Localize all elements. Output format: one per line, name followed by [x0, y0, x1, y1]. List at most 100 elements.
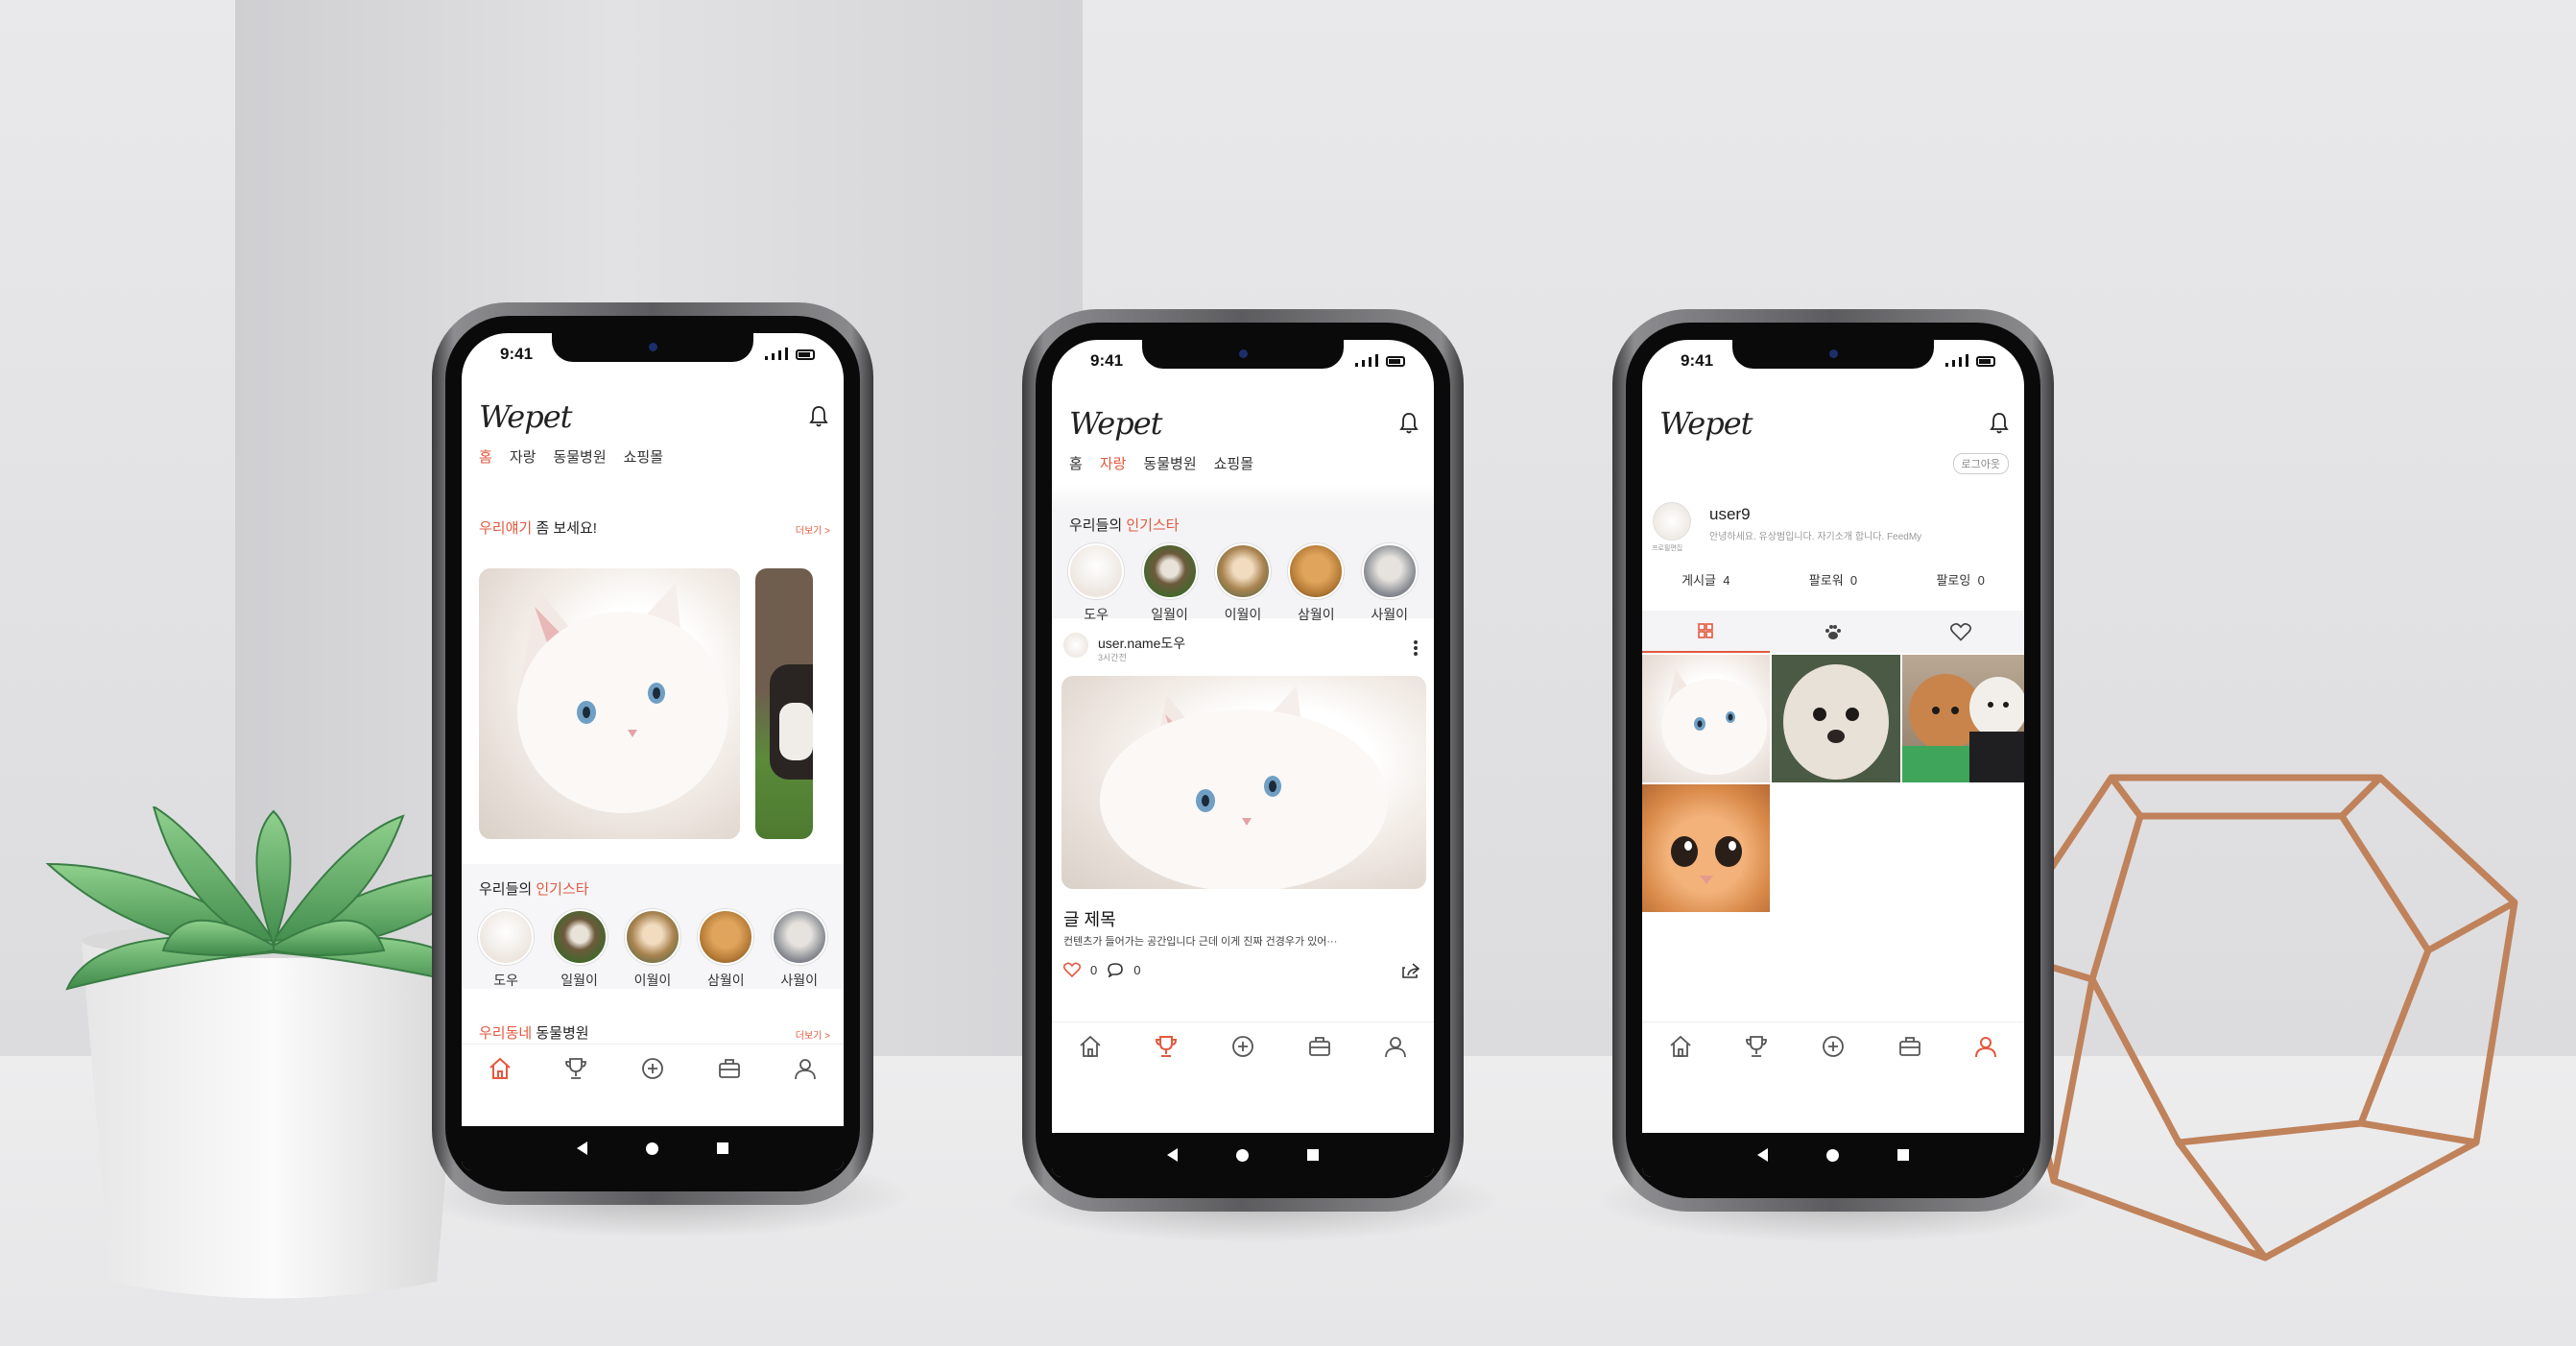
home-icon[interactable] [1668, 1034, 1693, 1059]
trophy-icon[interactable] [563, 1056, 588, 1081]
briefcase-icon[interactable] [1307, 1034, 1332, 1059]
post-author-avatar[interactable] [1063, 633, 1088, 658]
comment-icon[interactable] [1107, 962, 1124, 977]
star-item[interactable]: 이월이 [1209, 543, 1276, 624]
tab-hospital[interactable]: 동물병원 [1143, 453, 1196, 473]
stat-following[interactable]: 팔로잉 0 [1936, 570, 1984, 589]
section-title-accent: 우리얘기 [479, 520, 533, 537]
back-icon[interactable] [1167, 1148, 1179, 1162]
section-title-stories: 우리얘기 좀 보세요! [479, 517, 597, 538]
star-item[interactable]: 일월이 [546, 909, 613, 990]
tab-shop[interactable]: 쇼핑몰 [624, 446, 663, 467]
grid-photo-white-cat[interactable] [1642, 655, 1770, 782]
star-item[interactable]: 삼월이 [1282, 543, 1349, 624]
home-circle-icon[interactable] [1235, 1148, 1249, 1162]
star-name: 일월이 [561, 973, 598, 988]
stat-posts[interactable]: 게시글 4 [1682, 570, 1729, 589]
user-icon[interactable] [1973, 1034, 1998, 1059]
camera [1829, 349, 1838, 358]
app-logo[interactable]: Wepet [1069, 405, 1162, 442]
status-icons [765, 348, 815, 360]
briefcase-icon[interactable] [717, 1056, 742, 1081]
tab-home[interactable]: 홈 [479, 446, 492, 467]
like-count: 0 [1090, 962, 1098, 977]
plus-circle-icon[interactable] [1821, 1034, 1846, 1059]
tab-home[interactable]: 홈 [1069, 453, 1083, 473]
home-circle-icon[interactable] [1825, 1148, 1839, 1162]
post-username[interactable]: user.name도우 [1098, 634, 1185, 653]
home-circle-icon[interactable] [645, 1142, 658, 1155]
story-photo-cat[interactable] [479, 568, 740, 839]
profile-username: user9 [1709, 505, 1751, 523]
star-item[interactable]: 도우 [472, 909, 539, 990]
system-nav-bar [1052, 1133, 1434, 1177]
logout-button[interactable]: 로그아웃 [1952, 453, 2009, 474]
star-item[interactable]: 도우 [1062, 543, 1130, 624]
star-item[interactable]: 삼월이 [692, 909, 759, 990]
stat-followers[interactable]: 팔로워 0 [1809, 570, 1857, 589]
briefcase-icon[interactable] [1897, 1034, 1922, 1059]
stat-label: 팔로워 [1808, 573, 1844, 588]
story-photo-dog[interactable] [755, 568, 813, 839]
more-vertical-icon[interactable] [1413, 639, 1419, 657]
grid-photo-orange-kitten[interactable] [1642, 784, 1770, 912]
back-icon[interactable] [577, 1142, 588, 1155]
star-item[interactable]: 사월이 [766, 909, 833, 990]
tab-boast[interactable]: 자랑 [1100, 453, 1127, 473]
camera [1239, 349, 1248, 358]
profile-bio: 안녕하세요. 유상범입니다. 자기소개 합니다. FeedMy [1709, 532, 1922, 542]
more-link[interactable]: 더보기 > [796, 1027, 830, 1042]
recents-icon[interactable] [1306, 1149, 1319, 1161]
user-icon[interactable] [1383, 1034, 1408, 1059]
post-photo[interactable] [1061, 676, 1426, 889]
back-icon[interactable] [1757, 1148, 1769, 1162]
edit-profile-link[interactable]: 프로필편집 [1652, 543, 1682, 553]
tab-hospital[interactable]: 동물병원 [553, 446, 606, 467]
home-icon[interactable] [488, 1056, 513, 1081]
grid-icon [1698, 623, 1714, 638]
app-logo[interactable]: Wepet [479, 398, 572, 435]
section-title-accent: 인기스타 [536, 881, 589, 898]
bell-icon[interactable] [809, 405, 828, 428]
grid-photo-poodles[interactable] [1902, 655, 2024, 782]
heart-icon[interactable] [1063, 962, 1081, 977]
plus-circle-icon[interactable] [640, 1056, 665, 1081]
recents-icon[interactable] [716, 1142, 728, 1154]
grid-photo-maltese[interactable] [1772, 655, 1900, 782]
profile-avatar[interactable] [1654, 503, 1690, 540]
section-title-hospital: 우리동네 동물병원 [479, 1022, 589, 1043]
tab-grid[interactable] [1642, 611, 1770, 653]
star-item[interactable]: 사월이 [1356, 543, 1423, 624]
star-item[interactable]: 일월이 [1136, 543, 1204, 624]
kitten-illustration [1671, 836, 1742, 884]
star-avatar [698, 909, 754, 965]
star-avatar [1361, 543, 1418, 599]
trophy-icon[interactable] [1744, 1034, 1769, 1059]
plus-circle-icon[interactable] [1230, 1034, 1255, 1059]
tab-likes[interactable] [1896, 611, 2024, 653]
tab-shop[interactable]: 쇼핑몰 [1214, 453, 1253, 473]
share-icon[interactable] [1401, 962, 1420, 979]
star-item[interactable]: 이월이 [619, 909, 686, 990]
bottom-nav [1052, 1022, 1434, 1070]
top-tabs: 홈 자랑 동물병원 쇼핑몰 [1069, 453, 1253, 473]
dog-illustration [1783, 664, 1889, 780]
more-link[interactable]: 더보기 > [796, 522, 830, 537]
recents-icon[interactable] [1896, 1149, 1909, 1161]
section-title-text: 우리들의 [479, 881, 533, 898]
home-icon[interactable] [1078, 1034, 1103, 1059]
bell-icon[interactable] [1399, 412, 1419, 435]
section-title-text: 동물병원 [536, 1025, 589, 1042]
app-logo[interactable]: Wepet [1659, 405, 1753, 442]
dogs-illustration [1902, 674, 2024, 782]
star-name: 삼월이 [1298, 607, 1335, 622]
tab-pets[interactable] [1770, 611, 1897, 653]
bell-icon[interactable] [1990, 412, 2009, 435]
tab-boast[interactable]: 자랑 [510, 446, 537, 467]
trophy-icon[interactable] [1154, 1034, 1179, 1059]
popular-star-list: 도우 일월이 이월이 삼월이 사월이 [1052, 543, 1434, 624]
comment-count: 0 [1133, 962, 1141, 977]
user-icon[interactable] [793, 1056, 818, 1081]
star-avatar [1214, 543, 1271, 599]
top-tabs: 홈 자랑 동물병원 쇼핑몰 [479, 446, 663, 467]
